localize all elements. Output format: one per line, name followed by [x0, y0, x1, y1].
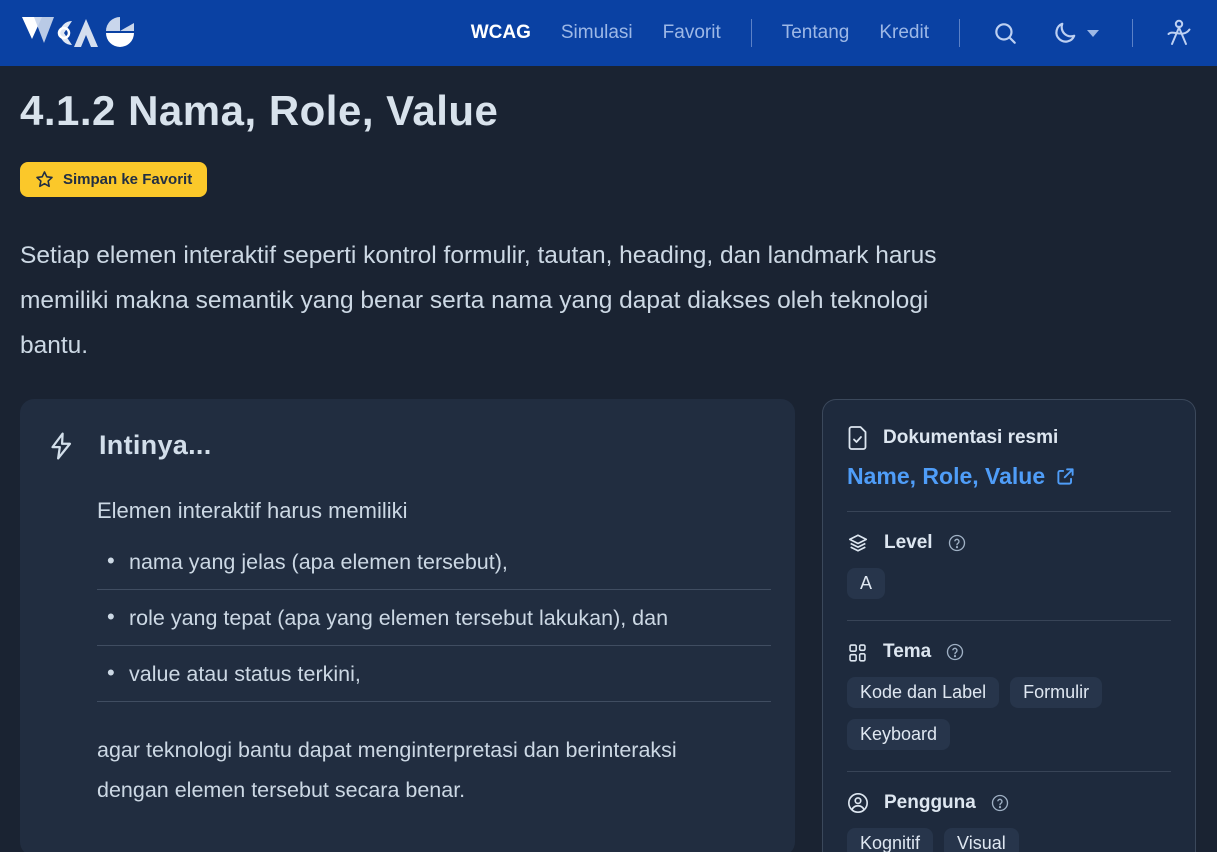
- tema-tags: Kode dan Label Formulir Keyboard: [847, 677, 1137, 750]
- doc-section-label: Dokumentasi resmi: [883, 427, 1058, 449]
- list-item: role yang tepat (apa yang elemen tersebu…: [97, 590, 771, 646]
- nav-item-simulasi[interactable]: Simulasi: [561, 22, 633, 44]
- nav-item-tentang[interactable]: Tentang: [782, 22, 850, 44]
- pengguna-help-icon[interactable]: [991, 794, 1009, 812]
- nav-divider: [1132, 19, 1133, 47]
- theme-toggle-button[interactable]: [1050, 18, 1102, 48]
- level-help-icon[interactable]: [948, 534, 966, 552]
- star-icon: [35, 170, 54, 189]
- tag: Formulir: [1010, 677, 1102, 708]
- moon-icon: [1052, 20, 1078, 46]
- nav-divider: [959, 19, 960, 47]
- chevron-down-icon: [1086, 28, 1100, 38]
- nav-divider: [751, 19, 752, 47]
- intro-paragraph: Setiap elemen interaktif seperti kontrol…: [20, 233, 1196, 368]
- accessibility-icon: [1165, 18, 1193, 48]
- official-doc-link-label: Name, Role, Value: [847, 463, 1045, 490]
- page-title: 4.1.2 Nama, Role, Value: [20, 86, 1196, 136]
- list-item: nama yang jelas (apa elemen tersebut),: [97, 534, 771, 590]
- user-circle-icon: [847, 792, 869, 814]
- tema-section-label: Tema: [883, 641, 931, 663]
- wcag-logo-icon: [20, 13, 142, 53]
- summary-card: Intinya... Elemen interaktif harus memil…: [20, 399, 795, 852]
- tag: Kode dan Label: [847, 677, 999, 708]
- document-check-icon: [847, 426, 868, 450]
- card-divider: [847, 620, 1171, 621]
- save-favorite-label: Simpan ke Favorit: [63, 171, 192, 188]
- category-grid-icon: [847, 642, 868, 663]
- lightning-icon: [48, 431, 75, 461]
- save-favorite-button[interactable]: Simpan ke Favorit: [20, 162, 207, 197]
- external-link-icon: [1056, 467, 1075, 486]
- nav-item-wcag[interactable]: WCAG: [471, 22, 531, 44]
- card-divider: [847, 511, 1171, 512]
- navbar: WCAG Simulasi Favorit Tentang Kredit: [0, 0, 1217, 66]
- level-tags: A: [847, 568, 1137, 599]
- tema-help-icon[interactable]: [946, 643, 964, 661]
- summary-footer: agar teknologi bantu dapat menginterpret…: [97, 730, 752, 810]
- summary-card-title: Intinya...: [99, 430, 212, 461]
- wcag-logo[interactable]: [20, 13, 142, 53]
- intro-line: bantu.: [20, 323, 1196, 368]
- search-button[interactable]: [990, 18, 1020, 48]
- accessibility-button[interactable]: [1163, 16, 1195, 50]
- nav-item-favorit[interactable]: Favorit: [663, 22, 721, 44]
- tag: Kognitif: [847, 828, 933, 852]
- pengguna-tags: Kognitif Visual: [847, 828, 1137, 852]
- tag: Keyboard: [847, 719, 950, 750]
- level-badge: A: [847, 568, 885, 599]
- nav-item-kredit[interactable]: Kredit: [879, 22, 929, 44]
- intro-line: memiliki makna semantik yang benar serta…: [20, 278, 1196, 323]
- nav-links: WCAG Simulasi Favorit Tentang Kredit: [471, 16, 1195, 50]
- card-divider: [847, 771, 1171, 772]
- intro-line: Setiap elemen interaktif seperti kontrol…: [20, 233, 1196, 278]
- summary-lead: Elemen interaktif harus memiliki: [97, 498, 771, 524]
- list-item: value atau status terkini,: [97, 646, 771, 702]
- summary-list: nama yang jelas (apa elemen tersebut), r…: [97, 534, 771, 702]
- pengguna-section-label: Pengguna: [884, 792, 976, 814]
- tag: Visual: [944, 828, 1019, 852]
- level-section-label: Level: [884, 532, 933, 554]
- info-card: Dokumentasi resmi Name, Role, Value Leve…: [822, 399, 1196, 852]
- search-icon: [992, 20, 1018, 46]
- layers-icon: [847, 532, 869, 554]
- main-content: 4.1.2 Nama, Role, Value Simpan ke Favori…: [0, 86, 1217, 852]
- official-doc-link[interactable]: Name, Role, Value: [847, 463, 1171, 490]
